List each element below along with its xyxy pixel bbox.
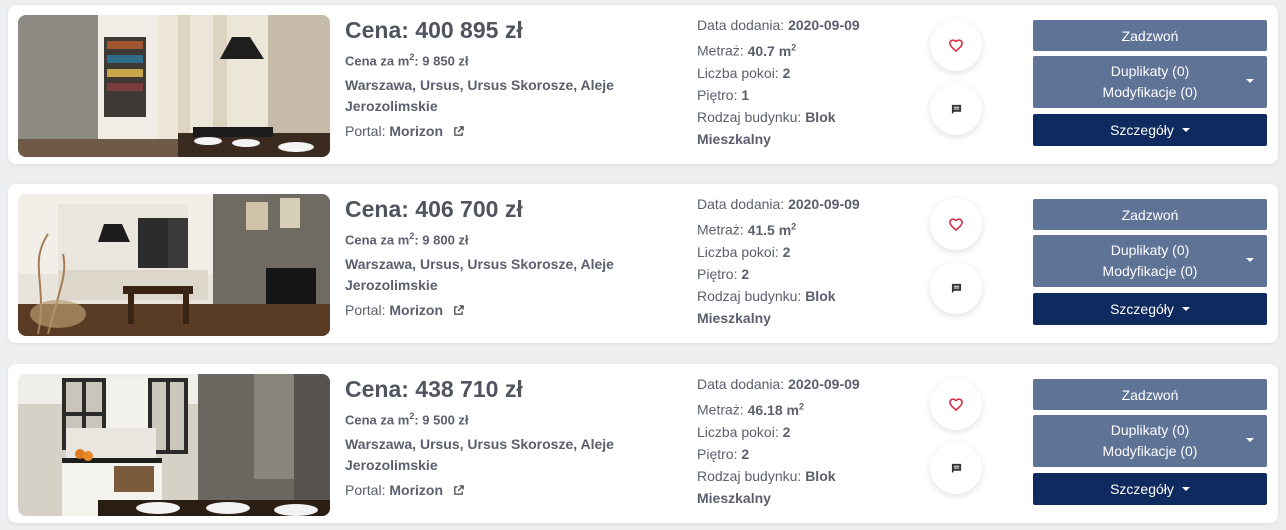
listing-actions: Zadzwoń Duplikaty (0) Modyfikacje (0) Sz… [1033, 379, 1267, 505]
caret-down-icon [1181, 128, 1190, 132]
listing-photo[interactable] [18, 15, 330, 157]
rooms-count: Liczba pokoi: 2 [697, 64, 791, 81]
details-dropdown-button[interactable]: Szczegóły [1033, 114, 1267, 146]
comment-button[interactable] [930, 442, 982, 494]
listing-main-info: Cena: 406 700 zł Cena za m2: 9 800 zł Wa… [345, 194, 675, 319]
favorite-button[interactable] [930, 378, 982, 430]
caret-down-icon [1246, 438, 1254, 442]
date-added: Data dodania: 2020-09-09 [697, 196, 860, 212]
heart-icon [949, 217, 963, 231]
date-added: Data dodania: 2020-09-09 [697, 17, 860, 33]
details-label: Szczegóły [1110, 122, 1174, 138]
listing-card: Cena: 406 700 zł Cena za m2: 9 800 zł Wa… [8, 184, 1278, 343]
details-label: Szczegóły [1110, 301, 1174, 317]
modifications-label: Modyfikacje (0) [1102, 443, 1198, 459]
listing-main-info: Cena: 438 710 zł Cena za m2: 9 500 zł Wa… [345, 374, 675, 499]
listing-card: Cena: 400 895 zł Cena za m2: 9 850 zł Wa… [8, 5, 1278, 164]
details-dropdown-button[interactable]: Szczegóły [1033, 293, 1267, 325]
listing-details: Data dodania: 2020-09-09 Metraż: 40.7 m2… [697, 14, 897, 150]
modifications-label: Modyfikacje (0) [1102, 84, 1198, 100]
price-per-meter: Cena za m2: 9 500 zł [345, 411, 469, 428]
comment-icon [951, 463, 961, 473]
listing-details: Data dodania: 2020-09-09 Metraż: 41.5 m2… [697, 193, 897, 329]
listing-actions: Zadzwoń Duplikaty (0) Modyfikacje (0) Sz… [1033, 20, 1267, 146]
price-per-meter: Cena za m2: 9 800 zł [345, 231, 469, 248]
listing-portal[interactable]: Portal: Morizon [345, 301, 675, 319]
duplicates-label: Duplikaty (0) [1110, 242, 1190, 258]
date-added: Data dodania: 2020-09-09 [697, 376, 860, 392]
duplicates-label: Duplikaty (0) [1110, 422, 1190, 438]
call-button[interactable]: Zadzwoń [1033, 20, 1267, 51]
listing-portal[interactable]: Portal: Morizon [345, 122, 675, 140]
external-link-icon[interactable] [453, 305, 464, 316]
comment-icon [951, 104, 961, 114]
listing-price: Cena: 400 895 zł [345, 17, 523, 43]
area: Metraż: 46.18 m2 [697, 401, 804, 418]
listing-photo[interactable] [18, 194, 330, 336]
duplicates-dropdown-button[interactable]: Duplikaty (0) Modyfikacje (0) [1033, 415, 1267, 467]
rooms-count: Liczba pokoi: 2 [697, 423, 791, 440]
call-button[interactable]: Zadzwoń [1033, 379, 1267, 410]
rooms-count: Liczba pokoi: 2 [697, 243, 791, 260]
duplicates-dropdown-button[interactable]: Duplikaty (0) Modyfikacje (0) [1033, 56, 1267, 108]
area: Metraż: 40.7 m2 [697, 42, 797, 59]
comment-button[interactable] [930, 83, 982, 135]
external-link-icon[interactable] [453, 485, 464, 496]
listing-details: Data dodania: 2020-09-09 Metraż: 46.18 m… [697, 373, 897, 509]
caret-down-icon [1181, 487, 1190, 491]
listing-portal[interactable]: Portal: Morizon [345, 481, 675, 499]
building-type: Rodzaj budynku: Blok Mieszkalny [697, 467, 836, 506]
listing-price: Cena: 406 700 zł [345, 196, 523, 222]
comment-icon [951, 283, 961, 293]
listing-actions: Zadzwoń Duplikaty (0) Modyfikacje (0) Sz… [1033, 199, 1267, 325]
modifications-label: Modyfikacje (0) [1102, 263, 1198, 279]
floor: Piętro: 2 [697, 265, 750, 282]
details-label: Szczegóły [1110, 481, 1174, 497]
favorite-button[interactable] [930, 198, 982, 250]
heart-icon [949, 397, 963, 411]
details-dropdown-button[interactable]: Szczegóły [1033, 473, 1267, 505]
caret-down-icon [1246, 79, 1254, 83]
duplicates-dropdown-button[interactable]: Duplikaty (0) Modyfikacje (0) [1033, 235, 1267, 287]
listing-price: Cena: 438 710 zł [345, 376, 523, 402]
listing-main-info: Cena: 400 895 zł Cena za m2: 9 850 zł Wa… [345, 15, 675, 140]
price-per-meter: Cena za m2: 9 850 zł [345, 52, 469, 69]
heart-icon [949, 38, 963, 52]
favorite-button[interactable] [930, 19, 982, 71]
listing-card: Cena: 438 710 zł Cena za m2: 9 500 zł Wa… [8, 364, 1278, 523]
comment-button[interactable] [930, 262, 982, 314]
call-button[interactable]: Zadzwoń [1033, 199, 1267, 230]
external-link-icon[interactable] [453, 126, 464, 137]
caret-down-icon [1246, 258, 1254, 262]
floor: Piętro: 2 [697, 445, 750, 462]
caret-down-icon [1181, 307, 1190, 311]
duplicates-label: Duplikaty (0) [1110, 63, 1190, 79]
building-type: Rodzaj budynku: Blok Mieszkalny [697, 108, 836, 147]
listing-address: Warszawa, Ursus, Ursus Skorosze, Aleje J… [345, 436, 614, 474]
listing-photo[interactable] [18, 374, 330, 516]
floor: Piętro: 1 [697, 86, 750, 103]
building-type: Rodzaj budynku: Blok Mieszkalny [697, 287, 836, 326]
listing-address: Warszawa, Ursus, Ursus Skorosze, Aleje J… [345, 77, 614, 115]
listing-address: Warszawa, Ursus, Ursus Skorosze, Aleje J… [345, 256, 614, 294]
area: Metraż: 41.5 m2 [697, 221, 797, 238]
